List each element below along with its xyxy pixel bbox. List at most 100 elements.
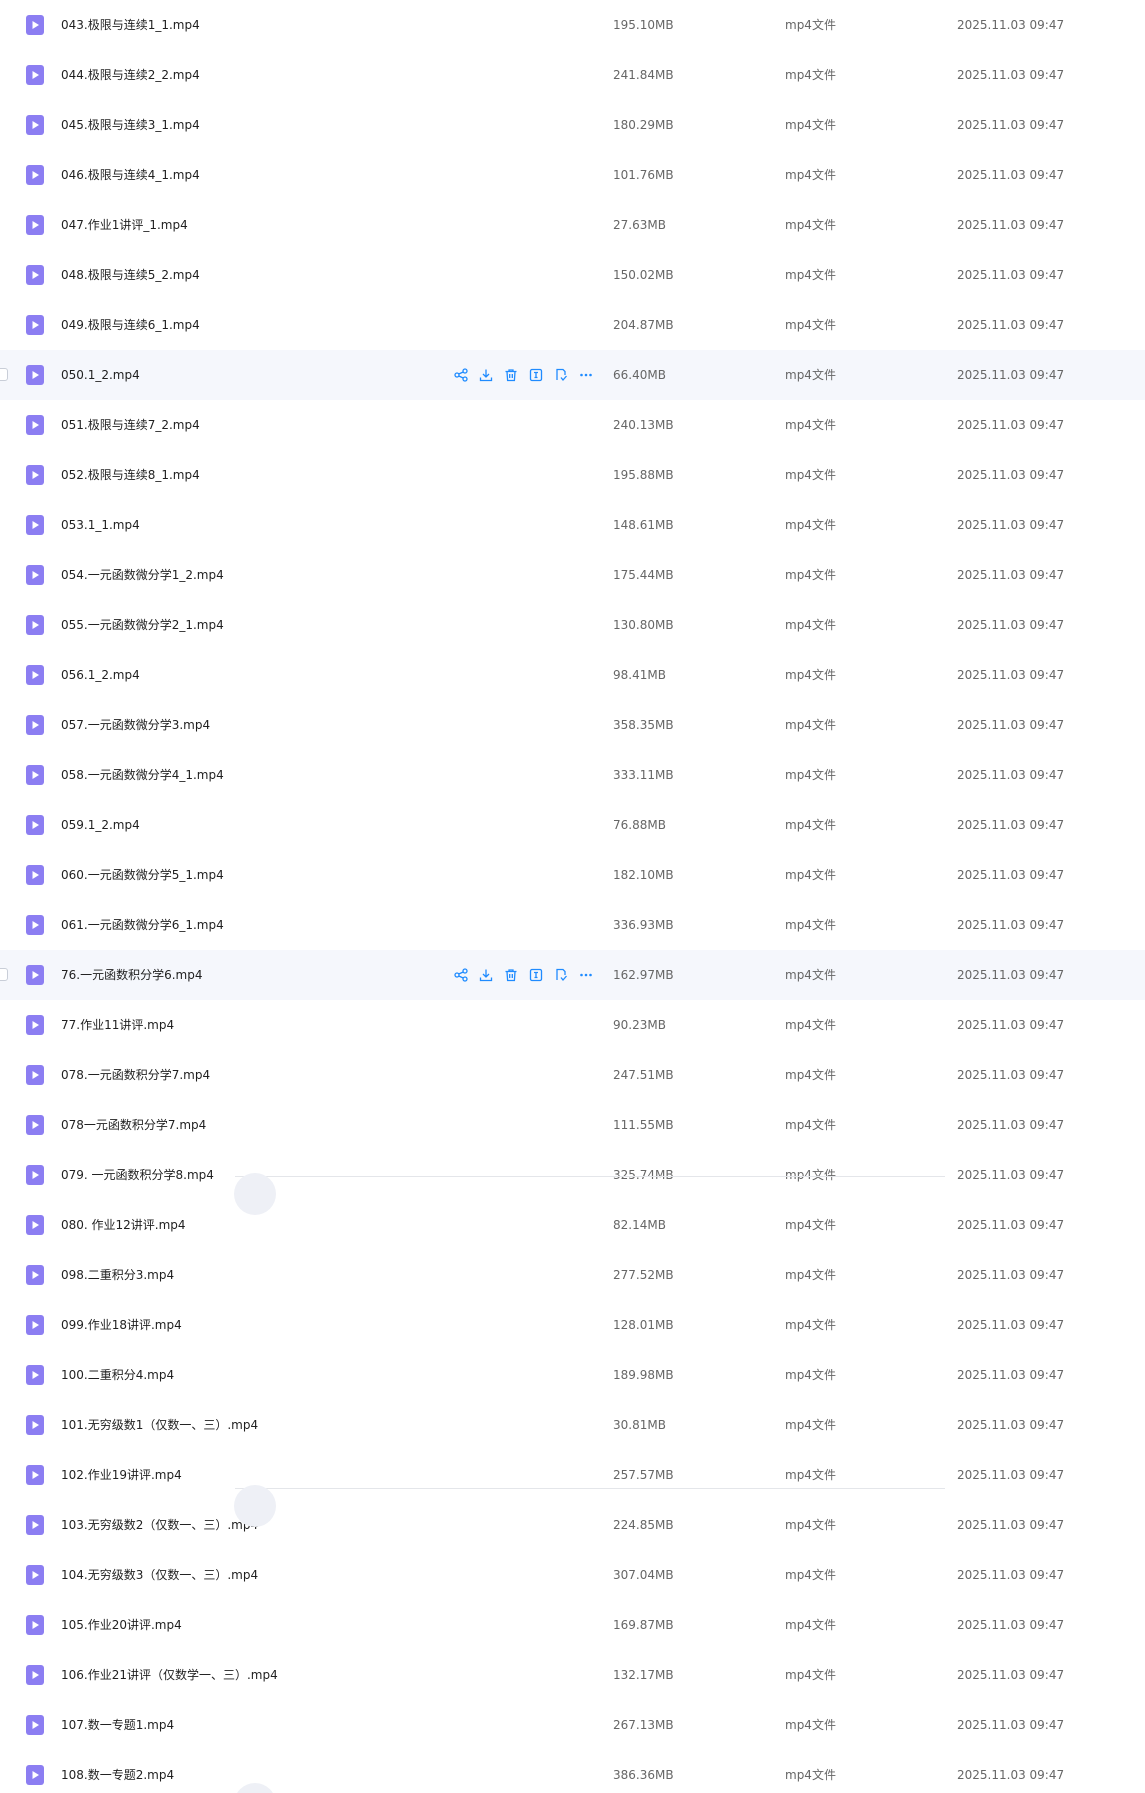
file-row[interactable]: 101.无穷级数1（仅数一、三）.mp4 30.81MB mp4文件 2025.11.…	[0, 1400, 1145, 1450]
file-name[interactable]: 079. 一元函数积分学8.mp4	[61, 1150, 214, 1200]
download-icon[interactable]	[477, 366, 495, 384]
file-row[interactable]: 051.极限与连续7_2.mp4 240.13MB mp4文件 2025.11.03 …	[0, 400, 1145, 450]
file-row[interactable]: 100.二重积分4.mp4 189.98MB mp4文件 2025.11.03 09:…	[0, 1350, 1145, 1400]
file-row[interactable]: 045.极限与连续3_1.mp4 180.29MB mp4文件 2025.11.03 …	[0, 100, 1145, 150]
file-name[interactable]: 046.极限与连续4_1.mp4	[61, 150, 200, 200]
rename-icon[interactable]	[527, 366, 545, 384]
file-name[interactable]: 044.极限与连续2_2.mp4	[61, 50, 200, 100]
file-name[interactable]: 098.二重积分3.mp4	[61, 1250, 174, 1300]
file-name[interactable]: 043.极限与连续1_1.mp4	[61, 0, 200, 50]
file-row[interactable]: 046.极限与连续4_1.mp4 101.76MB mp4文件 2025.11.03 …	[0, 150, 1145, 200]
file-name[interactable]: 045.极限与连续3_1.mp4	[61, 100, 200, 150]
file-name[interactable]: 099.作业18讲评.mp4	[61, 1300, 182, 1350]
row-actions	[452, 366, 595, 384]
file-row[interactable]: 102.作业19讲评.mp4 257.57MB mp4文件 2025.11.03 09…	[0, 1450, 1145, 1500]
file-name[interactable]: 103.无穷级数2（仅数一、三）.mp4	[61, 1500, 258, 1550]
file-row[interactable]: 053.1_1.mp4 148.61MB mp4文件 2025.11.03 09:47	[0, 500, 1145, 550]
file-row[interactable]: 107.数一专题1.mp4 267.13MB mp4文件 2025.11.03 09:…	[0, 1700, 1145, 1750]
row-checkbox[interactable]	[0, 968, 8, 981]
file-row[interactable]: 106.作业21讲评（仅数学一、三）.mp4 132.17MB mp4文件 2025.…	[0, 1650, 1145, 1700]
file-name[interactable]: 76.一元函数积分学6.mp4	[61, 950, 202, 1000]
file-name[interactable]: 053.1_1.mp4	[61, 500, 140, 550]
file-row[interactable]: 047.作业1讲评_1.mp4 27.63MB mp4文件 2025.11.03 09…	[0, 200, 1145, 250]
file-name[interactable]: 055.一元函数微分学2_1.mp4	[61, 600, 224, 650]
file-name[interactable]: 057.一元函数微分学3.mp4	[61, 700, 210, 750]
file-size: 82.14MB	[613, 1218, 666, 1232]
file-row[interactable]: 058.一元函数微分学4_1.mp4 333.11MB mp4文件 2025.11.0…	[0, 750, 1145, 800]
file-type: mp4文件	[785, 1418, 836, 1432]
file-name[interactable]: 048.极限与连续5_2.mp4	[61, 250, 200, 300]
copy-icon[interactable]	[552, 966, 570, 984]
share-icon[interactable]	[452, 366, 470, 384]
file-row[interactable]: 105.作业20讲评.mp4 169.87MB mp4文件 2025.11.03 09…	[0, 1600, 1145, 1650]
file-name[interactable]: 100.二重积分4.mp4	[61, 1350, 174, 1400]
row-checkbox[interactable]	[0, 368, 8, 381]
copy-icon[interactable]	[552, 366, 570, 384]
file-row[interactable]: 052.极限与连续8_1.mp4 195.88MB mp4文件 2025.11.03 …	[0, 450, 1145, 500]
file-row[interactable]: 056.1_2.mp4 98.41MB mp4文件 2025.11.03 09:47	[0, 650, 1145, 700]
more-icon[interactable]	[577, 366, 595, 384]
file-type: mp4文件	[785, 768, 836, 782]
file-row[interactable]: 080. 作业12讲评.mp4 82.14MB mp4文件 2025.11.03 09…	[0, 1200, 1145, 1250]
file-name[interactable]: 77.作业11讲评.mp4	[61, 1000, 174, 1050]
file-name[interactable]: 107.数一专题1.mp4	[61, 1700, 174, 1750]
delete-icon[interactable]	[502, 966, 520, 984]
file-name[interactable]: 051.极限与连续7_2.mp4	[61, 400, 200, 450]
file-type: mp4文件	[785, 1018, 836, 1032]
file-name[interactable]: 058.一元函数微分学4_1.mp4	[61, 750, 224, 800]
file-type: mp4文件	[785, 1318, 836, 1332]
file-name[interactable]: 047.作业1讲评_1.mp4	[61, 200, 188, 250]
file-row[interactable]: 057.一元函数微分学3.mp4 358.35MB mp4文件 2025.11.03 …	[0, 700, 1145, 750]
file-row[interactable]: 77.作业11讲评.mp4 90.23MB mp4文件 2025.11.03 09:4…	[0, 1000, 1145, 1050]
file-name[interactable]: 104.无穷级数3（仅数一、三）.mp4	[61, 1550, 258, 1600]
video-file-icon	[26, 1615, 44, 1635]
file-name[interactable]: 078.一元函数积分学7.mp4	[61, 1050, 210, 1100]
rename-icon[interactable]	[527, 966, 545, 984]
file-row[interactable]: 098.二重积分3.mp4 277.52MB mp4文件 2025.11.03 09:…	[0, 1250, 1145, 1300]
file-row[interactable]: 048.极限与连续5_2.mp4 150.02MB mp4文件 2025.11.03 …	[0, 250, 1145, 300]
file-name[interactable]: 050.1_2.mp4	[61, 350, 140, 400]
file-size: 386.36MB	[613, 1768, 674, 1782]
file-name[interactable]: 101.无穷级数1（仅数一、三）.mp4	[61, 1400, 258, 1450]
file-row[interactable]: 043.极限与连续1_1.mp4 195.10MB mp4文件 2025.11.03 …	[0, 0, 1145, 50]
file-name[interactable]: 049.极限与连续6_1.mp4	[61, 300, 200, 350]
file-name[interactable]: 060.一元函数微分学5_1.mp4	[61, 850, 224, 900]
file-name[interactable]: 102.作业19讲评.mp4	[61, 1450, 182, 1500]
file-row[interactable]: 059.1_2.mp4 76.88MB mp4文件 2025.11.03 09:47	[0, 800, 1145, 850]
file-row[interactable]: 055.一元函数微分学2_1.mp4 130.80MB mp4文件 2025.11.0…	[0, 600, 1145, 650]
more-icon[interactable]	[577, 966, 595, 984]
file-row[interactable]: 76.一元函数积分学6.mp4 162.97MB mp4文件 2025.11.03 0…	[0, 950, 1145, 1000]
file-type: mp4文件	[785, 918, 836, 932]
file-name[interactable]: 056.1_2.mp4	[61, 650, 140, 700]
file-row[interactable]: 079. 一元函数积分学8.mp4 325.74MB mp4文件 2025.11.03…	[0, 1150, 1145, 1200]
file-name[interactable]: 080. 作业12讲评.mp4	[61, 1200, 186, 1250]
file-name[interactable]: 059.1_2.mp4	[61, 800, 140, 850]
file-name[interactable]: 061.一元函数微分学6_1.mp4	[61, 900, 224, 950]
file-row[interactable]: 103.无穷级数2（仅数一、三）.mp4 224.85MB mp4文件 2025.11…	[0, 1500, 1145, 1550]
file-name[interactable]: 105.作业20讲评.mp4	[61, 1600, 182, 1650]
file-row[interactable]: 061.一元函数微分学6_1.mp4 336.93MB mp4文件 2025.11.0…	[0, 900, 1145, 950]
file-row[interactable]: 108.数一专题2.mp4 386.36MB mp4文件 2025.11.03 09:…	[0, 1750, 1145, 1793]
file-name[interactable]: 052.极限与连续8_1.mp4	[61, 450, 200, 500]
delete-icon[interactable]	[502, 366, 520, 384]
file-row[interactable]: 054.一元函数微分学1_2.mp4 175.44MB mp4文件 2025.11.0…	[0, 550, 1145, 600]
video-file-icon	[26, 1715, 44, 1735]
file-name[interactable]: 108.数一专题2.mp4	[61, 1750, 174, 1793]
file-row[interactable]: 078.一元函数积分学7.mp4 247.51MB mp4文件 2025.11.03 …	[0, 1050, 1145, 1100]
file-name[interactable]: 054.一元函数微分学1_2.mp4	[61, 550, 224, 600]
file-name[interactable]: 078一元函数积分学7.mp4	[61, 1100, 206, 1150]
video-file-icon	[26, 165, 44, 185]
file-name[interactable]: 106.作业21讲评（仅数学一、三）.mp4	[61, 1650, 278, 1700]
file-row[interactable]: 099.作业18讲评.mp4 128.01MB mp4文件 2025.11.03 09…	[0, 1300, 1145, 1350]
file-row[interactable]: 060.一元函数微分学5_1.mp4 182.10MB mp4文件 2025.11.0…	[0, 850, 1145, 900]
file-row[interactable]: 078一元函数积分学7.mp4 111.55MB mp4文件 2025.11.03 0…	[0, 1100, 1145, 1150]
download-icon[interactable]	[477, 966, 495, 984]
file-date: 2025.11.03 09:47	[957, 668, 1065, 682]
file-row[interactable]: 044.极限与连续2_2.mp4 241.84MB mp4文件 2025.11.03 …	[0, 50, 1145, 100]
share-icon[interactable]	[452, 966, 470, 984]
file-date: 2025.11.03 09:47	[957, 1168, 1065, 1182]
file-row[interactable]: 050.1_2.mp4 66.40MB mp4文件 2025.11.03 09:47	[0, 350, 1145, 400]
file-type: mp4文件	[785, 668, 836, 682]
file-row[interactable]: 104.无穷级数3（仅数一、三）.mp4 307.04MB mp4文件 2025.11…	[0, 1550, 1145, 1600]
file-row[interactable]: 049.极限与连续6_1.mp4 204.87MB mp4文件 2025.11.03 …	[0, 300, 1145, 350]
